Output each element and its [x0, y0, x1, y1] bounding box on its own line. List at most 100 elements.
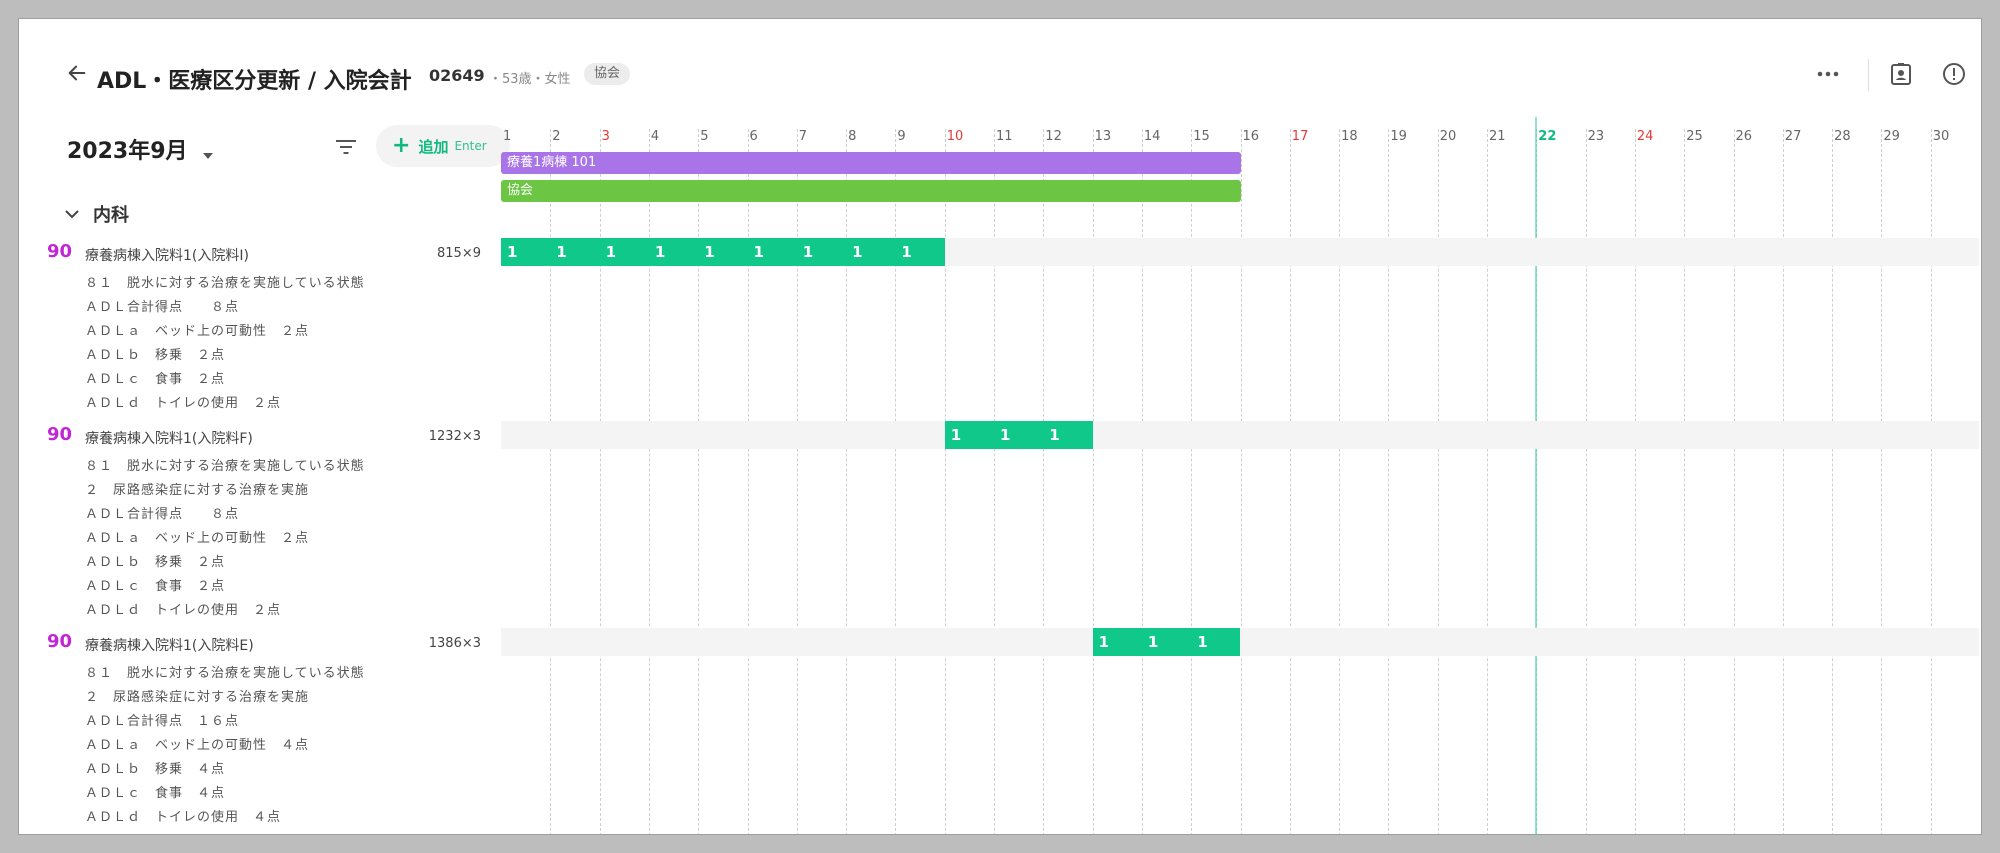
calendar-day[interactable]: 7: [799, 129, 807, 144]
insurance-badge: 協会: [584, 63, 631, 85]
calendar-day[interactable]: 24: [1637, 129, 1654, 144]
calendar-day[interactable]: 15: [1193, 129, 1210, 144]
filter-icon[interactable]: [333, 135, 359, 159]
span-bar[interactable]: 療養1病棟 101: [501, 152, 1241, 174]
day-gridline: [1684, 129, 1686, 834]
item-track: [501, 421, 1979, 449]
item-detail: ＡＤＬａ ベッド上の可動性 ４点: [85, 738, 310, 753]
alert-icon[interactable]: [1941, 61, 1967, 87]
calendar-day[interactable]: 4: [651, 129, 659, 144]
calendar-day[interactable]: 21: [1489, 129, 1506, 144]
day-count[interactable]: 1: [649, 238, 698, 266]
day-gridline: [1388, 129, 1390, 834]
day-count[interactable]: 1: [895, 238, 944, 266]
calendar-day[interactable]: 8: [848, 129, 856, 144]
day-count[interactable]: 1: [600, 238, 649, 266]
item-bar[interactable]: 111: [944, 421, 1093, 449]
calendar-day[interactable]: 6: [750, 129, 758, 144]
plus-icon: +: [392, 133, 411, 158]
day-gridline: [1733, 129, 1735, 834]
calendar-day[interactable]: 27: [1785, 129, 1802, 144]
day-count[interactable]: 1: [1191, 628, 1240, 656]
day-gridline: [895, 129, 897, 834]
more-icon[interactable]: [1815, 61, 1841, 87]
day-gridline: [1782, 129, 1784, 834]
day-count[interactable]: 1: [501, 238, 550, 266]
app-window: ADL・医療区分更新 / 入院会計 02649 ・53歳・女性 協会 2023年…: [18, 18, 1982, 835]
calendar-day[interactable]: 28: [1834, 129, 1851, 144]
calendar-day[interactable]: 14: [1144, 129, 1161, 144]
day-gridline: [550, 129, 552, 834]
calendar-day[interactable]: 12: [1045, 129, 1062, 144]
item-name[interactable]: 療養病棟入院料1(入院料I): [85, 245, 249, 265]
patient-card-icon[interactable]: [1888, 61, 1914, 87]
day-count[interactable]: 1: [994, 421, 1043, 449]
day-gridline: [1585, 129, 1587, 834]
calendar-day[interactable]: 16: [1243, 129, 1260, 144]
item-detail: ＡＤＬｃ 食事 ２点: [85, 579, 226, 594]
day-gridline: [747, 129, 749, 834]
item-code: 90: [47, 424, 73, 445]
calendar-day[interactable]: 29: [1883, 129, 1900, 144]
calendar-day[interactable]: 2: [552, 129, 560, 144]
item-detail: ＡＤＬｂ 移乗 ２点: [85, 348, 226, 363]
month-selector[interactable]: 2023年9月: [67, 133, 214, 165]
calendar-day[interactable]: 9: [897, 129, 905, 144]
day-gridline: [1832, 129, 1834, 834]
item-detail: ＡＤＬａ ベッド上の可動性 ２点: [85, 531, 310, 546]
day-count[interactable]: 1: [945, 421, 994, 449]
item-detail: ２ 尿路感染症に対する治療を実施: [85, 690, 310, 705]
day-gridline: [1141, 129, 1143, 834]
patient-id: 02649: [429, 66, 485, 85]
caret-down-icon: [203, 140, 214, 165]
day-gridline: [944, 129, 946, 834]
add-shortcut-hint: Enter: [454, 139, 487, 153]
calendar-day[interactable]: 13: [1095, 129, 1112, 144]
item-bar[interactable]: 111111111: [501, 238, 945, 266]
calendar-day[interactable]: 19: [1390, 129, 1407, 144]
calendar-day[interactable]: 23: [1588, 129, 1605, 144]
day-count[interactable]: 1: [698, 238, 747, 266]
calendar-day[interactable]: 17: [1292, 129, 1309, 144]
calendar-day[interactable]: 25: [1686, 129, 1703, 144]
day-count[interactable]: 1: [797, 238, 846, 266]
item-detail: ＡＤＬ合計得点 ８点: [85, 507, 240, 522]
item-bar[interactable]: 111: [1092, 628, 1241, 656]
item-code: 90: [47, 631, 73, 652]
calendar-day[interactable]: 1: [503, 129, 511, 144]
calendar-day[interactable]: 26: [1736, 129, 1753, 144]
calendar-day[interactable]: 10: [947, 129, 964, 144]
day-count[interactable]: 1: [1043, 421, 1092, 449]
calendar-day[interactable]: 3: [602, 129, 610, 144]
item-detail: ＡＤＬｄ トイレの使用 ２点: [85, 396, 282, 411]
day-count[interactable]: 1: [846, 238, 895, 266]
span-bar[interactable]: 協会: [501, 180, 1241, 202]
day-count[interactable]: 1: [1093, 628, 1142, 656]
calendar-day[interactable]: 11: [996, 129, 1013, 144]
day-gridline: [1881, 129, 1883, 834]
day-gridline: [1487, 129, 1488, 834]
day-gridline: [1930, 129, 1932, 834]
section-toggle[interactable]: 内科: [65, 201, 129, 227]
header-divider: [1868, 59, 1869, 91]
back-arrow-icon[interactable]: [63, 59, 91, 87]
day-gridline: [994, 129, 995, 834]
day-count[interactable]: 1: [747, 238, 796, 266]
day-gridline: [1092, 129, 1094, 834]
calendar-day[interactable]: 30: [1933, 129, 1950, 144]
day-gridline: [1437, 129, 1439, 834]
calendar-day[interactable]: 18: [1341, 129, 1358, 144]
item-code: 90: [47, 241, 73, 262]
today-marker: [1535, 117, 1538, 834]
day-count[interactable]: 1: [1142, 628, 1191, 656]
calendar-day[interactable]: 5: [700, 129, 708, 144]
item-detail: ＡＤＬｂ 移乗 ２点: [85, 555, 226, 570]
item-detail: ＡＤＬ合計得点 ８点: [85, 300, 240, 315]
calendar-day[interactable]: 20: [1440, 129, 1457, 144]
item-name[interactable]: 療養病棟入院料1(入院料E): [85, 635, 254, 655]
add-button[interactable]: + 追加 Enter: [376, 125, 510, 167]
day-gridline: [648, 129, 650, 834]
day-count[interactable]: 1: [550, 238, 599, 266]
item-name[interactable]: 療養病棟入院料1(入院料F): [85, 428, 253, 448]
calendar-day[interactable]: 22: [1538, 129, 1556, 144]
